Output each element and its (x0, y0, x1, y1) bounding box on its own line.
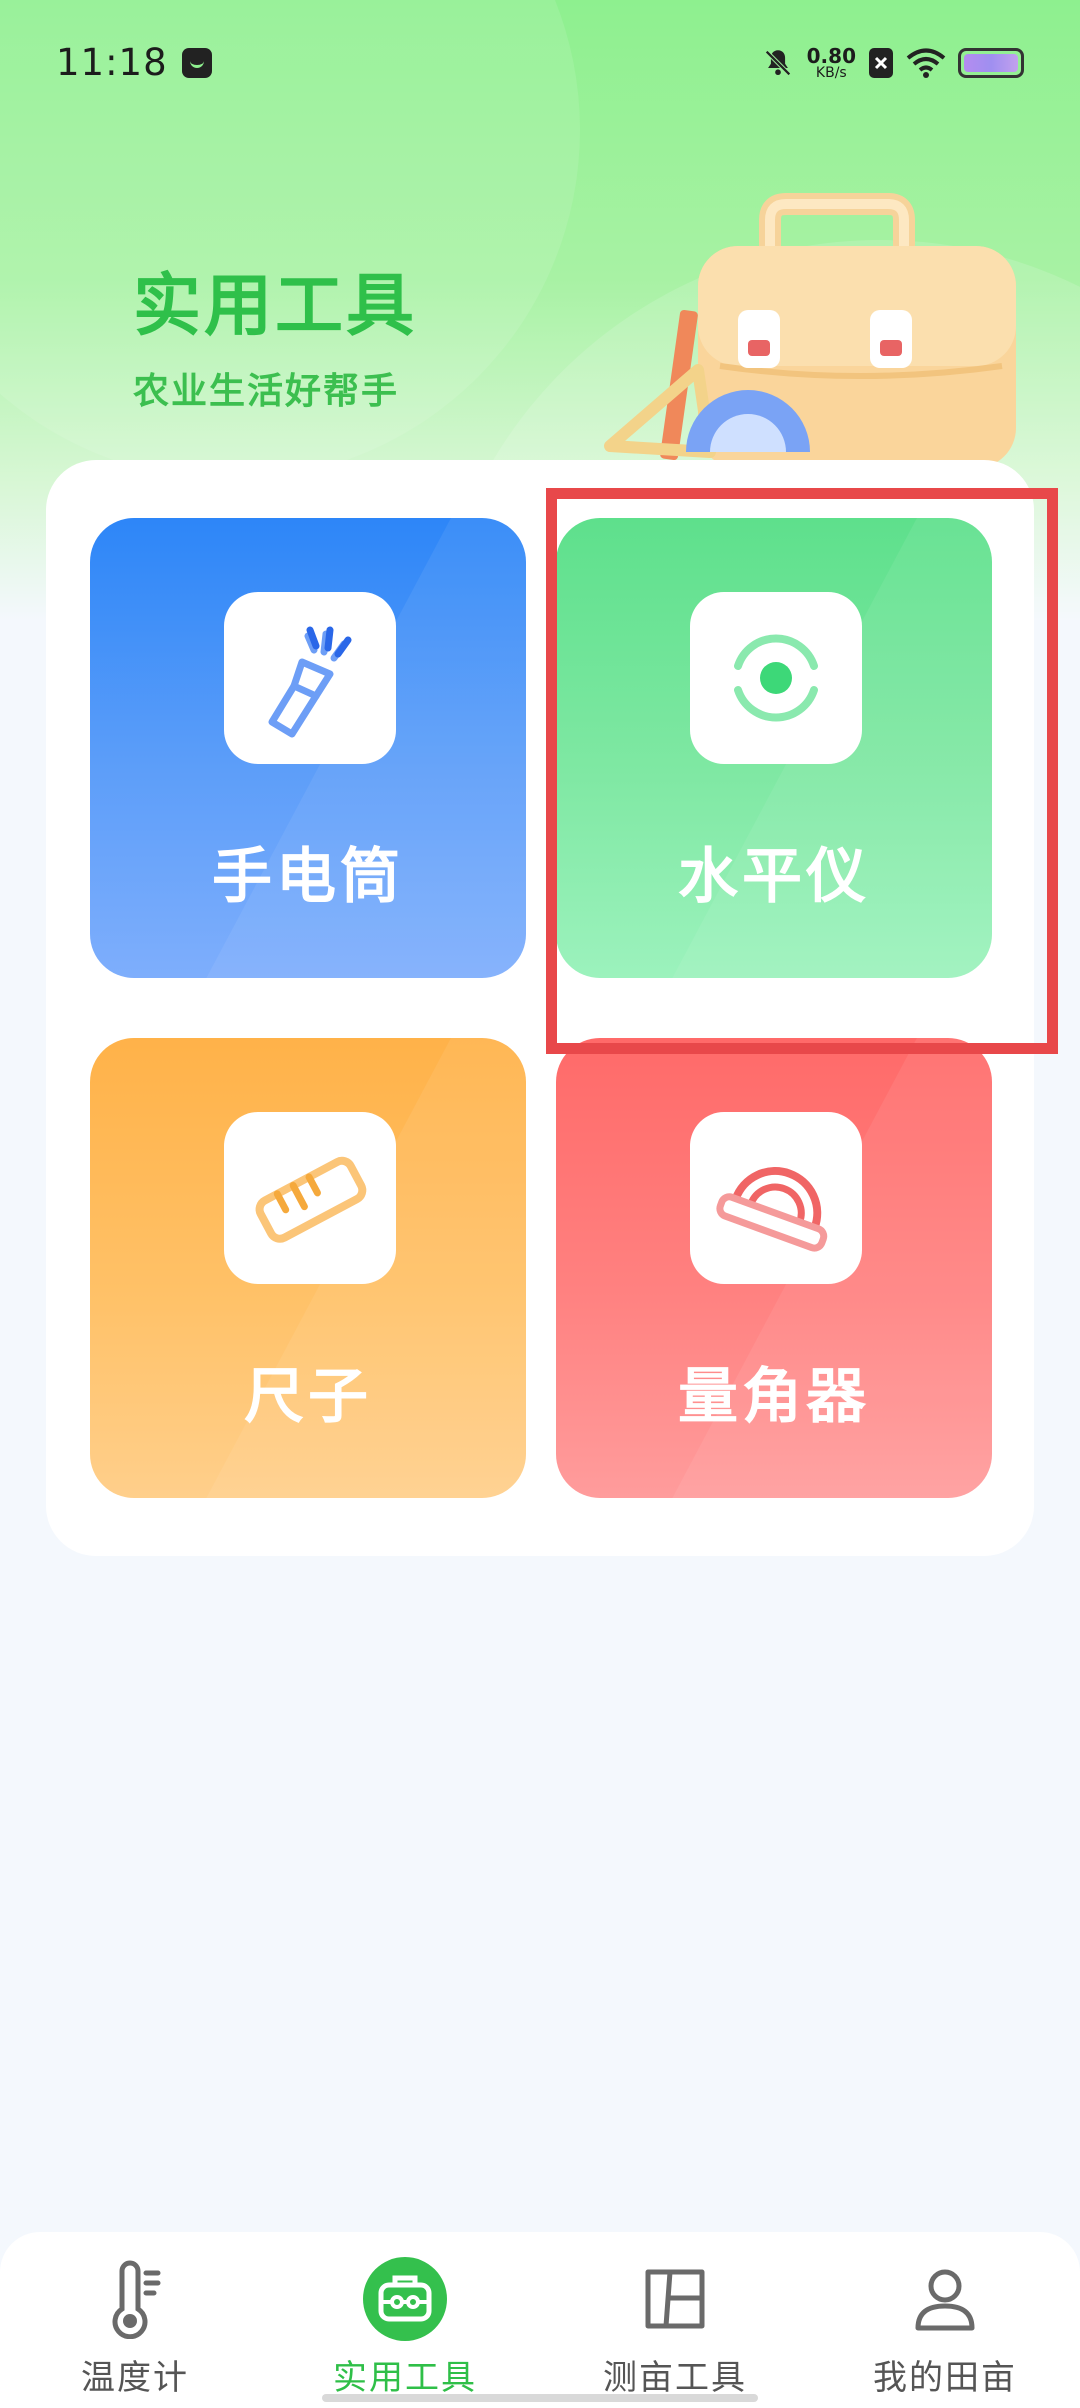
tool-card-ruler[interactable]: 尺子 (90, 1038, 526, 1498)
tool-label-protractor: 量角器 (678, 1362, 870, 1432)
page-title: 实用工具 (133, 267, 418, 346)
ruler-icon-box (224, 1112, 396, 1284)
message-notification-icon (181, 47, 212, 78)
battery-icon (958, 47, 1024, 78)
field-measure-icon (645, 2269, 705, 2329)
home-indicator[interactable] (322, 2394, 758, 2402)
nav-label-thermometer: 温度计 (81, 2358, 189, 2398)
toolbox-icon (363, 2257, 447, 2341)
nav-label-my-fields: 我的田亩 (873, 2358, 1017, 2398)
flashlight-icon (268, 626, 352, 738)
mute-bell-icon (764, 49, 791, 76)
nav-item-thermometer[interactable]: 温度计 (0, 2232, 270, 2399)
nav-item-toolbox[interactable]: 实用工具 (270, 2232, 540, 2399)
flashlight-icon-box (224, 592, 396, 764)
bottom-navigation: 温度计 实用工具 测亩工具 我的田亩 (0, 2232, 1080, 2408)
status-time: 11:18 (56, 41, 168, 84)
nav-item-my-fields[interactable]: 我的田亩 (810, 2232, 1080, 2399)
highlight-annotation-box (546, 488, 1058, 1054)
wifi-icon (906, 48, 946, 78)
ruler-icon (255, 1156, 367, 1243)
tool-label-ruler: 尺子 (244, 1362, 372, 1432)
toolbox-illustration (604, 193, 1016, 468)
nav-label-field-measure: 测亩工具 (603, 2358, 747, 2398)
tool-card-flashlight[interactable]: 手电筒 (90, 518, 526, 978)
page-subtitle: 农业生活好帮手 (133, 371, 400, 412)
nav-label-toolbox: 实用工具 (333, 2358, 477, 2398)
person-icon (915, 2269, 975, 2331)
protractor-icon-box (690, 1112, 862, 1284)
protractor-icon (716, 1167, 828, 1252)
network-speed: 0.80 KB/s (806, 43, 856, 81)
status-bar: 11:18 0.80 KB/s (0, 0, 1080, 125)
tool-card-protractor[interactable]: 量角器 (556, 1038, 992, 1498)
thermometer-icon (112, 2260, 161, 2339)
tool-label-flashlight: 手电筒 (212, 842, 404, 912)
nav-item-field-measure[interactable]: 测亩工具 (540, 2232, 810, 2399)
sim-off-icon (869, 47, 893, 78)
